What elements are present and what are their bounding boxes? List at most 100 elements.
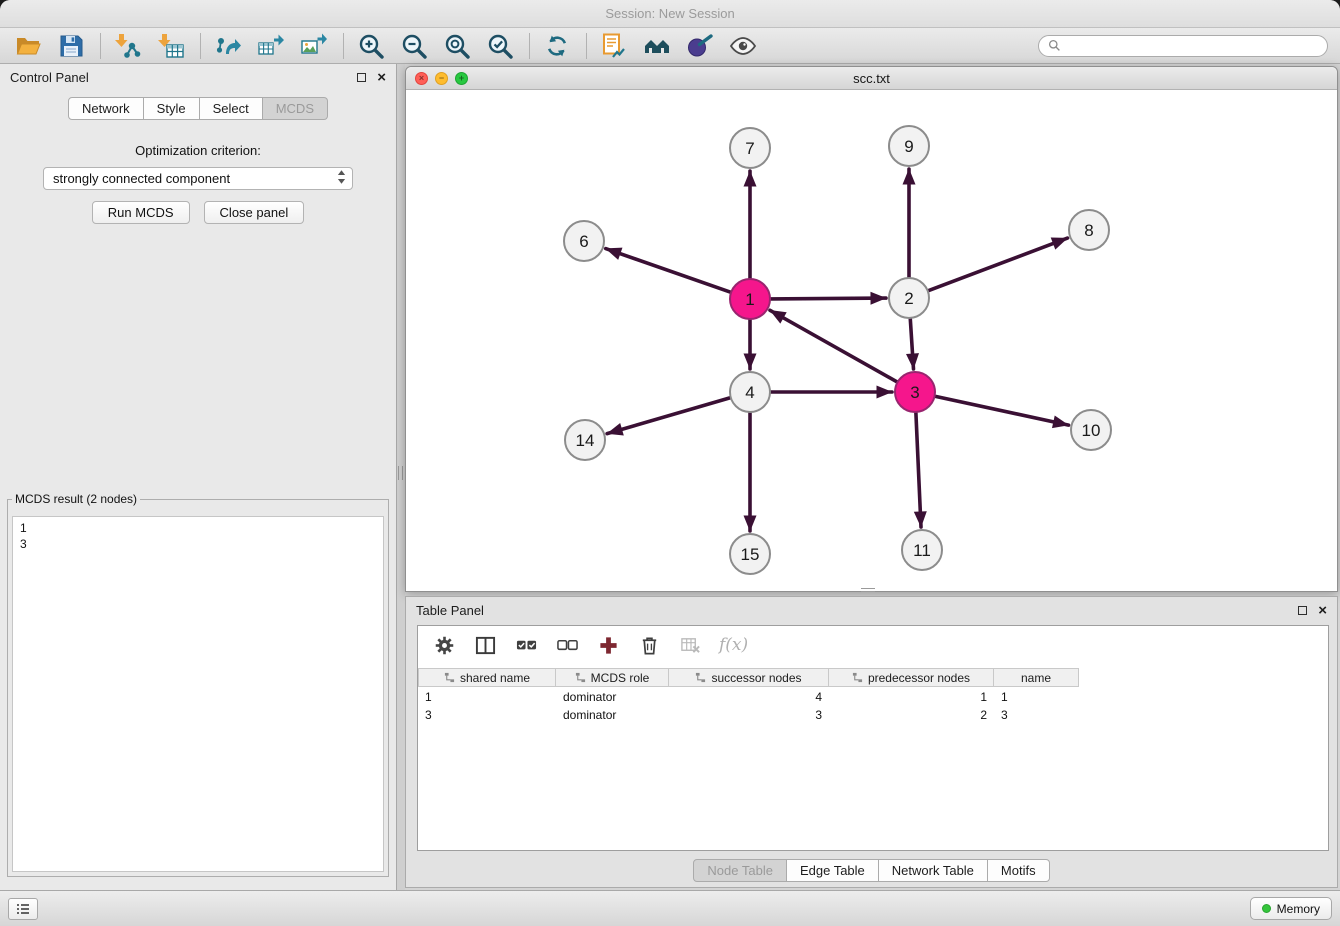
network-from-selection-icon[interactable] xyxy=(598,31,630,61)
delete-column-icon[interactable] xyxy=(637,633,661,657)
column-sort-icon xyxy=(444,672,455,683)
export-image-icon[interactable] xyxy=(298,31,330,61)
float-panel-icon[interactable] xyxy=(357,73,366,82)
close-panel-button[interactable]: Close panel xyxy=(204,201,305,224)
tab-network-table[interactable]: Network Table xyxy=(879,859,988,882)
memory-status-dot xyxy=(1262,904,1271,913)
cell-predecessor-nodes[interactable]: 2 xyxy=(829,708,994,722)
show-hide-eye-icon[interactable] xyxy=(727,31,759,61)
panel-splitter[interactable] xyxy=(397,64,405,890)
refresh-layout-icon[interactable] xyxy=(541,31,573,61)
network-svg[interactable]: 7 9 6 8 1 2 4 3 14 10 15 11 xyxy=(406,90,1337,591)
svg-text:11: 11 xyxy=(913,541,931,560)
table-row[interactable]: 1 dominator 4 1 1 xyxy=(418,689,1328,705)
home-icon[interactable] xyxy=(641,31,673,61)
graph-node[interactable]: 1 xyxy=(730,279,770,319)
tab-network[interactable]: Network xyxy=(68,97,144,120)
column-header-name[interactable]: name xyxy=(994,668,1079,687)
window-resize-grip-icon[interactable] xyxy=(861,588,875,592)
open-session-icon[interactable] xyxy=(12,31,44,61)
graph-node[interactable]: 14 xyxy=(565,420,605,460)
control-panel-header: Control Panel × xyxy=(0,64,396,90)
style-brush-icon[interactable] xyxy=(684,31,716,61)
svg-text:4: 4 xyxy=(745,383,754,402)
export-network-icon[interactable] xyxy=(212,31,244,61)
graph-node[interactable]: 8 xyxy=(1069,210,1109,250)
graph-node[interactable]: 3 xyxy=(895,372,935,412)
toolbar-separator xyxy=(100,33,101,59)
tab-style[interactable]: Style xyxy=(144,97,200,120)
mcds-result-line: 1 xyxy=(20,520,376,536)
tab-select[interactable]: Select xyxy=(200,97,263,120)
table-settings-icon[interactable] xyxy=(432,633,456,657)
close-panel-icon[interactable]: × xyxy=(377,70,386,85)
delete-table-icon[interactable] xyxy=(678,633,702,657)
table-row[interactable]: 3 dominator 3 2 3 xyxy=(418,707,1328,723)
column-header-successor-nodes[interactable]: successor nodes xyxy=(669,668,829,687)
graph-node[interactable]: 11 xyxy=(902,530,942,570)
unselect-all-icon[interactable] xyxy=(555,633,579,657)
cell-shared-name[interactable]: 1 xyxy=(418,690,556,704)
tab-edge-table[interactable]: Edge Table xyxy=(787,859,879,882)
import-network-icon[interactable] xyxy=(112,31,144,61)
column-header-predecessor-nodes[interactable]: predecessor nodes xyxy=(829,668,994,687)
cell-name[interactable]: 1 xyxy=(994,690,1079,704)
criterion-dropdown[interactable]: strongly connected component xyxy=(43,167,353,190)
close-window-icon[interactable]: × xyxy=(415,72,428,85)
column-browser-icon[interactable] xyxy=(473,633,497,657)
table-header-row: shared name MCDS role successor nodes pr… xyxy=(418,668,1328,687)
status-bar: Memory xyxy=(0,890,1340,926)
table-panel: Table Panel × xyxy=(405,596,1338,888)
function-builder-icon[interactable]: f(x) xyxy=(719,635,748,655)
cell-mcds-role[interactable]: dominator xyxy=(556,690,669,704)
control-panel-tabbar: Network Style Select MCDS xyxy=(68,97,328,120)
select-all-icon[interactable] xyxy=(514,633,538,657)
zoom-fit-icon[interactable] xyxy=(441,31,473,61)
save-session-icon[interactable] xyxy=(55,31,87,61)
search-box[interactable] xyxy=(1038,35,1328,57)
zoom-in-icon[interactable] xyxy=(355,31,387,61)
graph-node[interactable]: 7 xyxy=(730,128,770,168)
tab-node-table[interactable]: Node Table xyxy=(693,859,787,882)
run-mcds-button[interactable]: Run MCDS xyxy=(92,201,190,224)
close-table-panel-icon[interactable]: × xyxy=(1318,603,1327,618)
tab-mcds[interactable]: MCDS xyxy=(263,97,328,120)
network-window-titlebar[interactable]: × − + scc.txt xyxy=(406,67,1337,90)
import-table-icon[interactable] xyxy=(155,31,187,61)
svg-text:6: 6 xyxy=(579,232,588,251)
cell-name[interactable]: 3 xyxy=(994,708,1079,722)
mcds-result-list[interactable]: 1 3 xyxy=(12,516,384,872)
zoom-out-icon[interactable] xyxy=(398,31,430,61)
window-title: Session: New Session xyxy=(0,0,1340,28)
add-column-icon[interactable] xyxy=(596,633,620,657)
svg-text:2: 2 xyxy=(904,289,913,308)
graph-node[interactable]: 15 xyxy=(730,534,770,574)
cell-mcds-role[interactable]: dominator xyxy=(556,708,669,722)
svg-text:8: 8 xyxy=(1084,221,1093,240)
graph-node[interactable]: 9 xyxy=(889,126,929,166)
column-header-mcds-role[interactable]: MCDS role xyxy=(556,668,669,687)
svg-text:15: 15 xyxy=(741,545,760,564)
graph-node[interactable]: 10 xyxy=(1071,410,1111,450)
column-header-shared-name[interactable]: shared name xyxy=(418,668,556,687)
cell-successor-nodes[interactable]: 3 xyxy=(669,708,829,722)
cell-successor-nodes[interactable]: 4 xyxy=(669,690,829,704)
export-table-icon[interactable] xyxy=(255,31,287,61)
graph-node[interactable]: 4 xyxy=(730,372,770,412)
graph-node[interactable]: 6 xyxy=(564,221,604,261)
float-table-panel-icon[interactable] xyxy=(1298,606,1307,615)
zoom-window-icon[interactable]: + xyxy=(455,72,468,85)
memory-button[interactable]: Memory xyxy=(1250,897,1332,920)
titlebar[interactable]: Session: New Session xyxy=(0,0,1340,28)
minimize-window-icon[interactable]: − xyxy=(435,72,448,85)
toolbar-separator xyxy=(343,33,344,59)
cell-shared-name[interactable]: 3 xyxy=(418,708,556,722)
cell-predecessor-nodes[interactable]: 1 xyxy=(829,690,994,704)
tab-motifs[interactable]: Motifs xyxy=(988,859,1050,882)
search-input[interactable] xyxy=(1067,39,1318,53)
graph-node[interactable]: 2 xyxy=(889,278,929,318)
task-history-button[interactable] xyxy=(8,898,38,920)
network-window-title: scc.txt xyxy=(406,71,1337,86)
splitter-grip-icon[interactable] xyxy=(398,466,403,480)
zoom-selected-icon[interactable] xyxy=(484,31,516,61)
